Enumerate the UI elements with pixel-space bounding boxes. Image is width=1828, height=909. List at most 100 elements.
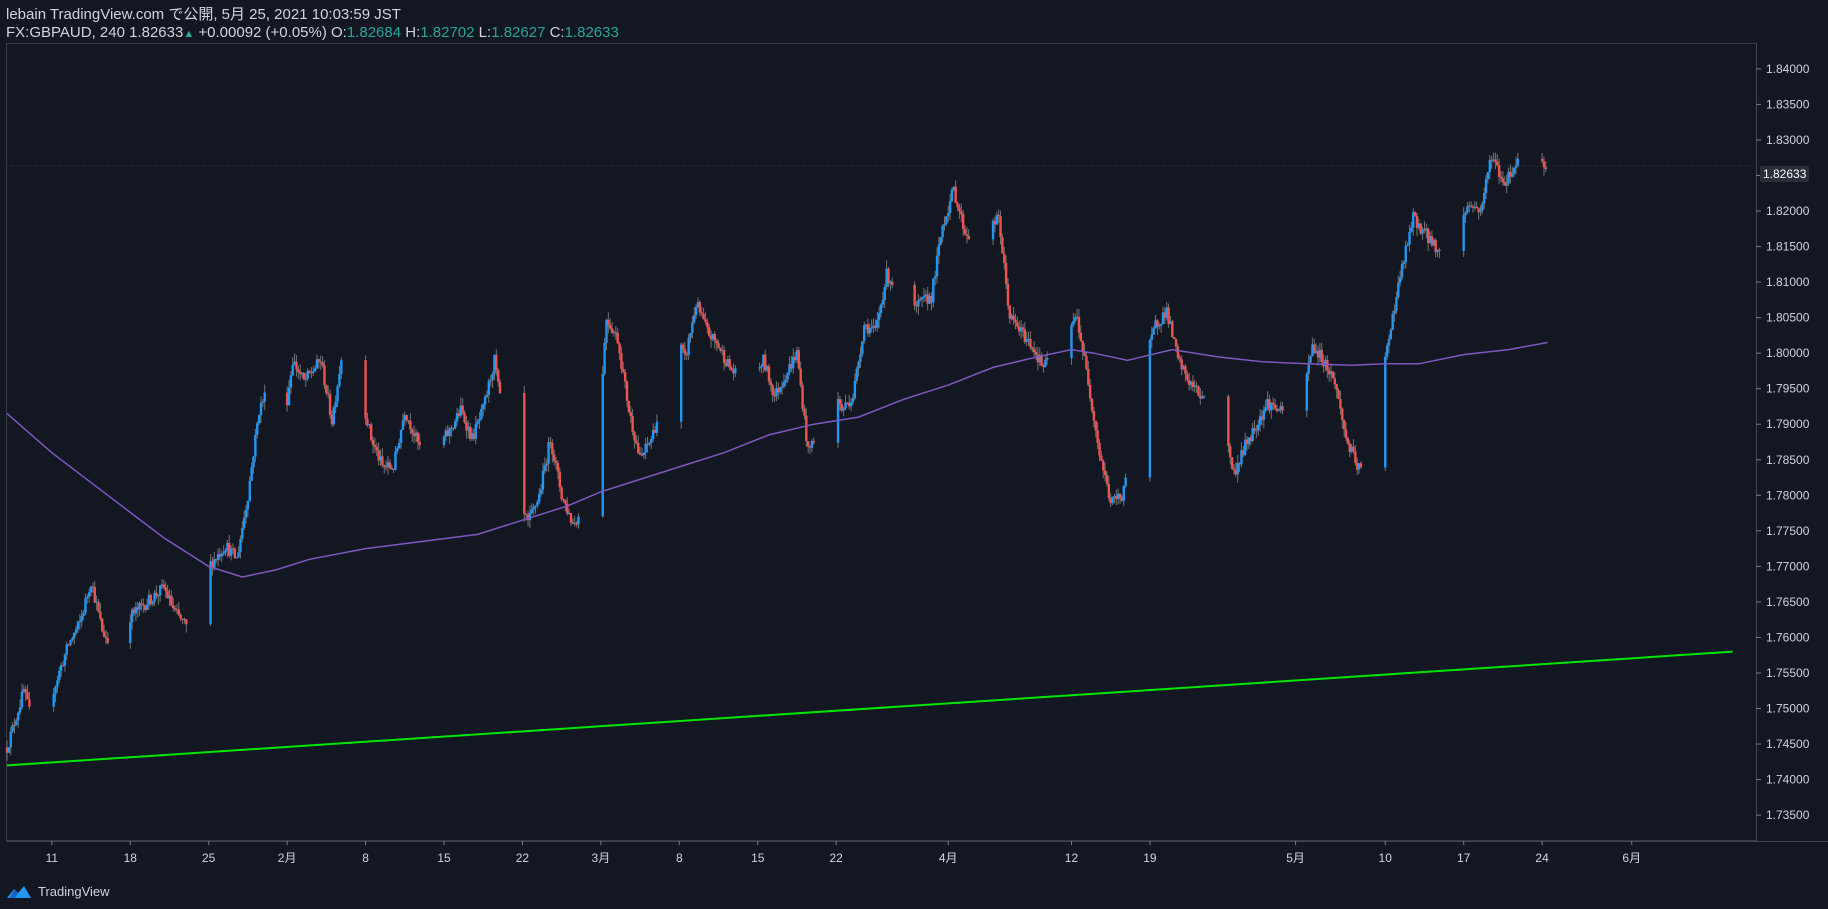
candle-down: [1232, 468, 1236, 471]
candle-up: [448, 428, 451, 436]
candle-up: [920, 297, 924, 300]
x-tick-label: 3月: [592, 851, 611, 865]
candle-down: [524, 513, 528, 515]
candle-down: [1107, 483, 1111, 499]
candle-up: [648, 442, 651, 445]
candle-down: [97, 601, 100, 612]
candle-up: [242, 517, 246, 528]
candle-up: [397, 442, 401, 449]
candle-up: [312, 371, 315, 373]
candle-up: [480, 409, 483, 419]
candle-up: [528, 513, 532, 521]
candle-up: [235, 557, 238, 559]
candle-up: [1305, 373, 1308, 411]
candle-down: [321, 362, 324, 366]
candle-up: [9, 731, 12, 748]
candle-up: [530, 509, 533, 514]
candle-up: [289, 375, 293, 388]
candle-down: [1499, 176, 1503, 179]
candle-down: [622, 368, 625, 373]
candle-up: [261, 401, 265, 403]
candle-up: [248, 480, 251, 501]
candle-down: [963, 229, 967, 235]
candle-down: [1281, 406, 1284, 411]
candle-up: [1111, 496, 1114, 504]
candle-up: [157, 595, 160, 597]
candle-up: [1410, 227, 1413, 233]
candle-up: [73, 632, 76, 639]
x-tick-label: 22: [516, 851, 530, 865]
candle-down: [803, 408, 806, 416]
candle-up: [601, 374, 604, 517]
candle-up: [541, 470, 545, 490]
candle-down: [140, 603, 143, 605]
candle-up: [689, 333, 692, 338]
candle-down: [954, 186, 957, 203]
candle-up: [476, 421, 479, 424]
candle-up: [213, 559, 216, 568]
candle-down: [302, 373, 306, 380]
candle-up: [1202, 396, 1206, 398]
candle-down: [997, 214, 1000, 217]
candle-down: [496, 370, 500, 382]
tradingview-logo-label[interactable]: TradingView: [38, 884, 110, 899]
candle-down: [93, 587, 96, 603]
x-tick-label: 4月: [939, 851, 958, 865]
candle-down: [26, 692, 29, 700]
x-tick-label: 25: [202, 851, 216, 865]
y-tick-label: 1.76500: [1766, 595, 1810, 609]
candle-up: [679, 344, 683, 422]
candle-up: [947, 212, 950, 217]
candle-up: [151, 601, 154, 605]
candle-up: [1150, 334, 1153, 340]
candle-down: [1102, 460, 1105, 471]
candle-down: [172, 605, 175, 609]
candle-down: [704, 319, 707, 322]
candle-down: [633, 431, 636, 441]
candle-up: [1152, 328, 1155, 335]
candle-up: [868, 327, 871, 334]
candle-up: [1393, 310, 1396, 314]
candlestick-chart[interactable]: 1.840001.835001.830001.825001.820001.815…: [0, 0, 1828, 909]
candle-down: [728, 359, 731, 368]
candle-down: [185, 619, 188, 625]
candle-up: [538, 493, 541, 502]
candle-up: [63, 654, 67, 666]
candle-up: [1511, 173, 1514, 177]
candle-down: [1342, 420, 1346, 430]
candle-up: [1122, 485, 1125, 501]
candle-up: [655, 421, 659, 433]
candle-down: [618, 343, 621, 354]
x-tick-label: 5月: [1286, 851, 1305, 865]
candle-up: [237, 551, 240, 558]
candle-down: [1339, 399, 1342, 409]
candle-up: [69, 640, 72, 646]
candle-up: [334, 401, 337, 408]
candle-down: [805, 415, 808, 442]
candle-down: [1085, 356, 1088, 369]
candle-down: [681, 344, 685, 350]
candle-up: [491, 373, 494, 381]
candle-down: [707, 327, 711, 336]
candle-up: [332, 407, 336, 425]
candle-up: [922, 295, 926, 298]
candle-up: [239, 539, 242, 552]
candle-down: [965, 234, 969, 236]
y-tick-label: 1.78000: [1766, 488, 1810, 502]
candle-down: [1105, 475, 1109, 484]
candle-up: [1395, 297, 1398, 311]
candle-down: [233, 548, 237, 559]
candle-down: [1178, 357, 1182, 360]
candle-up: [547, 442, 550, 464]
y-tick-label: 1.83500: [1766, 97, 1810, 111]
candle-down: [1012, 315, 1015, 320]
candle-up: [687, 337, 690, 355]
x-tick-label: 8: [676, 851, 683, 865]
candle-up: [340, 360, 343, 374]
candle-up: [86, 596, 89, 599]
tradingview-logo-icon[interactable]: [6, 883, 32, 899]
candle-down: [767, 366, 771, 382]
candle-down: [1497, 165, 1501, 177]
candle-up: [943, 223, 946, 226]
candle-up: [933, 276, 937, 279]
